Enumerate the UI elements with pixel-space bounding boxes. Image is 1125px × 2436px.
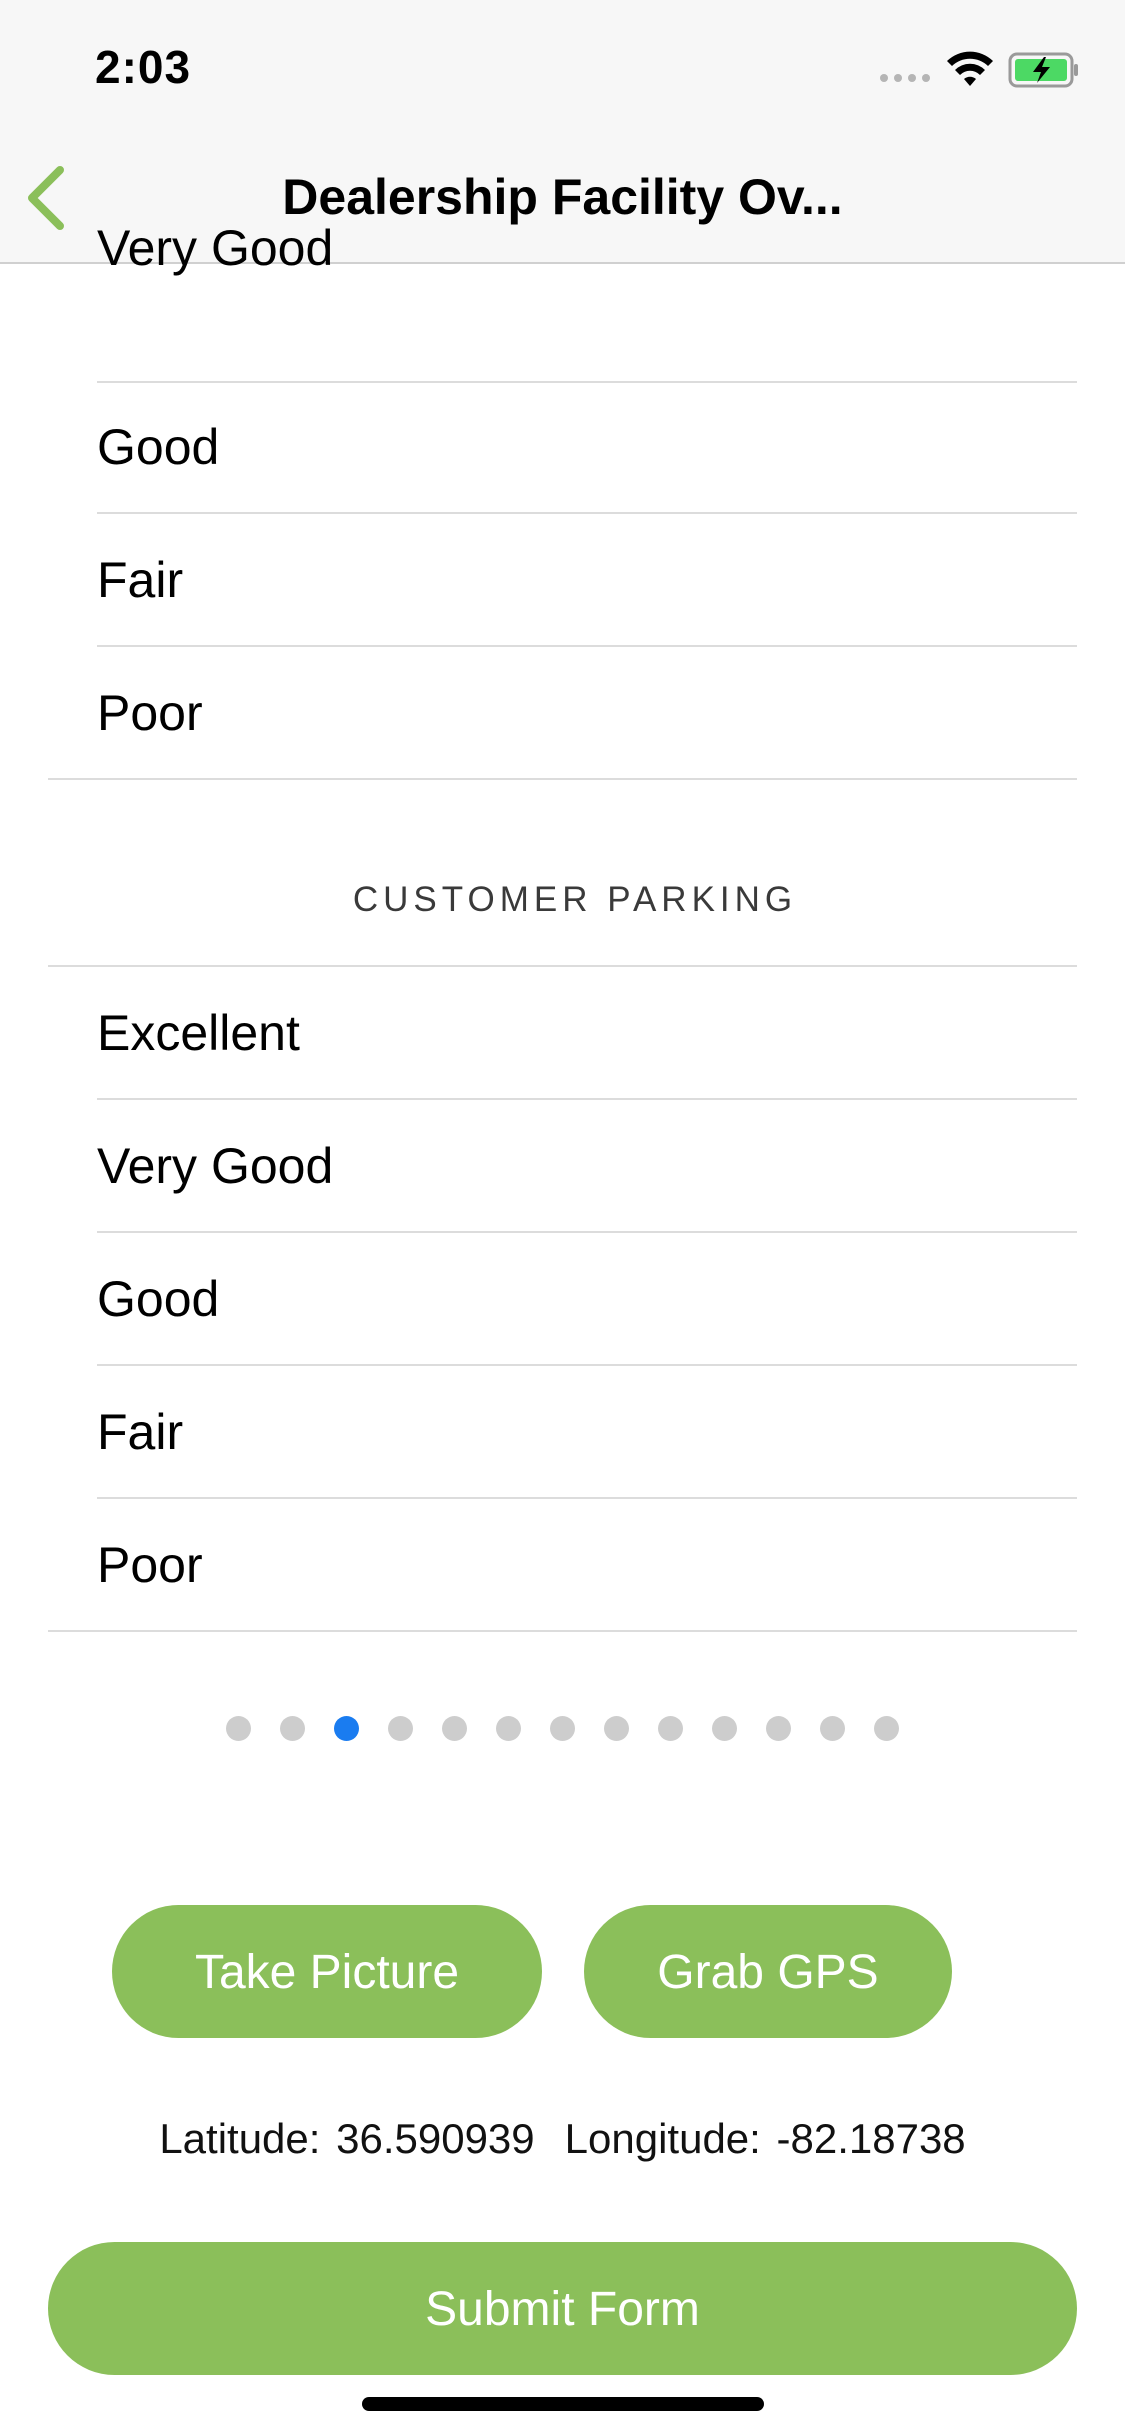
wifi-icon (947, 51, 993, 86)
option-label: Good (97, 1271, 220, 1327)
parking-option-good[interactable]: Good (0, 1233, 1125, 1366)
option-label: Poor (97, 685, 203, 741)
battery-charging-icon (1008, 52, 1078, 88)
gps-coordinates: Latitude: 36.590939 Longitude: -82.18738 (0, 2115, 1125, 2163)
parking-option-excellent[interactable]: Excellent (0, 967, 1125, 1100)
page-dot[interactable] (820, 1716, 845, 1741)
option-label: Good (97, 419, 220, 475)
option-label: Fair (97, 552, 184, 608)
option-fair[interactable]: Fair (0, 514, 1125, 647)
option-label: Excellent (97, 1005, 300, 1061)
option-label: Very Good (97, 220, 334, 276)
page-dot[interactable] (874, 1716, 899, 1741)
page-dot[interactable] (280, 1716, 305, 1741)
page-dot[interactable] (496, 1716, 521, 1741)
page-dot[interactable] (442, 1716, 467, 1741)
page-dot[interactable] (766, 1716, 791, 1741)
option-label: Fair (97, 1404, 184, 1460)
parking-option-very-good[interactable]: Very Good (0, 1100, 1125, 1233)
section-header-customer-parking: CUSTOMER PARKING (352, 880, 798, 919)
page-dot[interactable] (658, 1716, 683, 1741)
latitude-text: Latitude: 36.590939 (159, 2115, 535, 2162)
page-dot[interactable] (550, 1716, 575, 1741)
option-good[interactable]: Good (0, 381, 1125, 514)
option-poor[interactable]: Poor (0, 647, 1125, 780)
parking-option-fair[interactable]: Fair (0, 1366, 1125, 1499)
submit-form-button[interactable]: Submit Form (48, 2242, 1077, 2375)
page-dot[interactable] (226, 1716, 251, 1741)
home-indicator (362, 2397, 764, 2411)
page-dot-active[interactable] (334, 1716, 359, 1741)
status-time: 2:03 (95, 41, 192, 93)
option-label: Very Good (97, 1138, 334, 1194)
page-indicator[interactable] (226, 1716, 899, 1741)
longitude-text: Longitude: -82.18738 (564, 2115, 966, 2162)
status-bar: 2:03 (0, 0, 1125, 132)
option-label: Poor (97, 1537, 203, 1593)
page-dot[interactable] (604, 1716, 629, 1741)
page-dot[interactable] (388, 1716, 413, 1741)
cellular-signal-icon (880, 74, 930, 82)
take-picture-button[interactable]: Take Picture (112, 1905, 542, 2038)
option-very-good[interactable]: Very Good (0, 220, 1125, 383)
parking-option-poor[interactable]: Poor (0, 1499, 1125, 1632)
page-dot[interactable] (712, 1716, 737, 1741)
grab-gps-button[interactable]: Grab GPS (584, 1905, 952, 2038)
